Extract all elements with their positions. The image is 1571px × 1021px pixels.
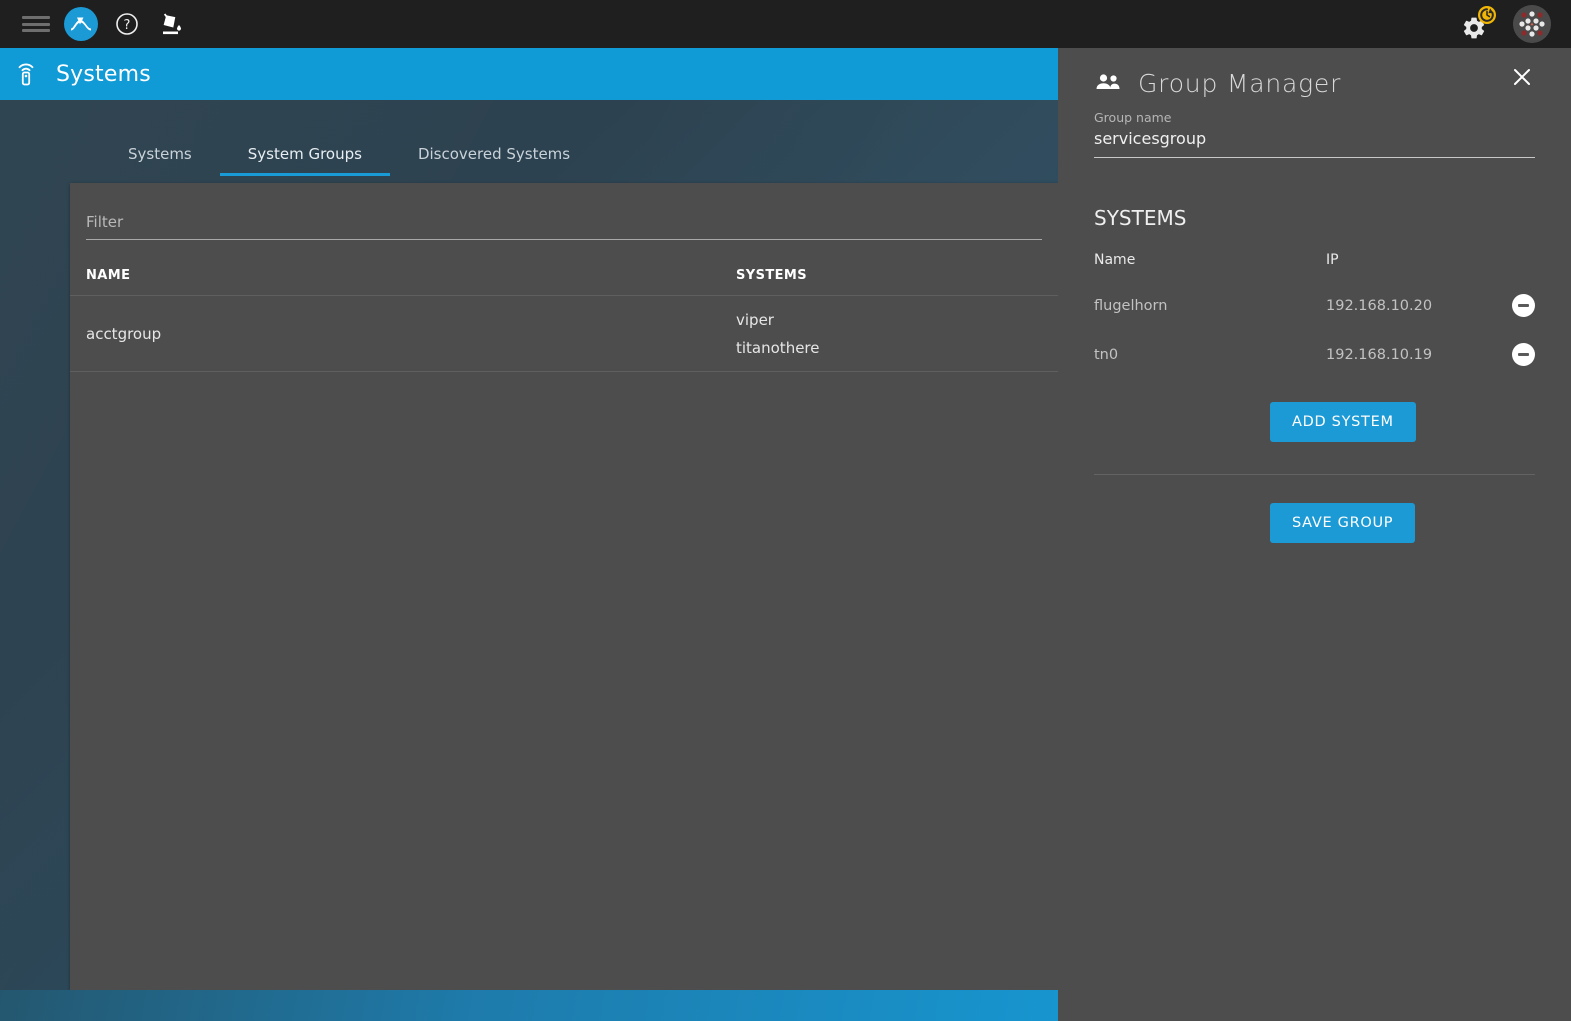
system-groups-table: NAME SYSTEMS acctgroup viper titanothere — [70, 268, 1058, 372]
panel-table-header-row: Name IP — [1094, 252, 1535, 268]
save-group-button[interactable]: SAVE GROUP — [1270, 503, 1416, 543]
hamburger-line — [22, 16, 50, 19]
panel-system-row: flugelhorn 192.168.10.20 — [1094, 294, 1535, 317]
table-header-row: NAME SYSTEMS — [70, 268, 1058, 296]
group-name-field-block: Group name — [1094, 110, 1535, 158]
minus-bar — [1518, 353, 1529, 356]
svg-text:?: ? — [124, 18, 131, 33]
hamburger-line — [22, 29, 50, 32]
settings-gear-icon[interactable] — [1461, 6, 1496, 41]
system-name: viper — [736, 310, 774, 329]
panel-system-actions — [1495, 294, 1535, 317]
group-name-input[interactable] — [1094, 129, 1535, 158]
minus-bar — [1518, 304, 1529, 307]
hamburger-line — [22, 22, 50, 26]
help-icon[interactable]: ? — [112, 9, 142, 39]
panel-column-header-ip: IP — [1326, 252, 1339, 268]
add-system-button[interactable]: ADD SYSTEM — [1270, 402, 1416, 442]
save-group-row: SAVE GROUP — [1094, 503, 1535, 543]
page-header: Systems — [0, 48, 1058, 100]
update-clock-badge-icon — [1478, 6, 1496, 24]
panel-system-ip: 192.168.10.20 — [1326, 297, 1433, 314]
group-manager-panel: Group Manager Group name SYSTEMS Name IP… — [1058, 48, 1571, 1021]
panel-column-header-name: Name — [1094, 252, 1136, 268]
tab-systems[interactable]: Systems — [100, 147, 220, 176]
brand-logo-icon[interactable] — [64, 7, 98, 41]
bottom-accent-strip — [0, 990, 1058, 1021]
group-systems-cell: viper titanothere — [736, 311, 1042, 357]
system-name: titanothere — [736, 338, 820, 357]
tab-bar: Systems System Groups Discovered Systems — [0, 100, 1058, 176]
page-title: Systems — [56, 61, 151, 87]
hamburger-menu-icon[interactable] — [22, 14, 50, 34]
navbar-left-group: ? — [0, 7, 186, 41]
group-name-cell: acctgroup — [86, 324, 162, 343]
people-group-icon — [1094, 72, 1122, 94]
minus-circle-icon[interactable] — [1512, 343, 1535, 366]
column-header-systems: SYSTEMS — [736, 268, 807, 283]
settings-remote-icon — [14, 61, 38, 87]
panel-title: Group Manager — [1138, 68, 1342, 98]
group-name-label: Group name — [1094, 110, 1172, 125]
system-groups-card: NAME SYSTEMS acctgroup viper titanothere — [70, 183, 1058, 990]
filter-row — [70, 183, 1058, 240]
tab-discovered-systems[interactable]: Discovered Systems — [390, 147, 598, 176]
panel-system-ip: 192.168.10.19 — [1326, 346, 1433, 363]
tab-system-groups[interactable]: System Groups — [219, 147, 391, 176]
panel-divider — [1094, 474, 1535, 475]
column-header-name: NAME — [86, 268, 131, 283]
avatar-identicon-icon — [1513, 5, 1551, 43]
theme-paint-bucket-icon[interactable] — [156, 9, 186, 39]
close-icon[interactable] — [1509, 64, 1535, 90]
user-avatar[interactable] — [1513, 5, 1551, 43]
table-row[interactable]: acctgroup viper titanothere — [70, 296, 1058, 372]
panel-systems-table: Name IP flugelhorn 192.168.10.20 tn0 192… — [1094, 252, 1535, 366]
navbar-right-group — [1461, 0, 1551, 48]
panel-system-row: tn0 192.168.10.19 — [1094, 343, 1535, 366]
filter-input[interactable] — [86, 209, 1042, 240]
top-navbar: ? — [0, 0, 1571, 48]
minus-circle-icon[interactable] — [1512, 294, 1535, 317]
systems-section-title: SYSTEMS — [1094, 206, 1187, 230]
panel-system-actions — [1495, 343, 1535, 366]
panel-header: Group Manager — [1094, 48, 1535, 104]
panel-system-name: flugelhorn — [1094, 297, 1168, 314]
panel-system-name: tn0 — [1094, 346, 1119, 363]
add-system-row: ADD SYSTEM — [1094, 402, 1535, 442]
